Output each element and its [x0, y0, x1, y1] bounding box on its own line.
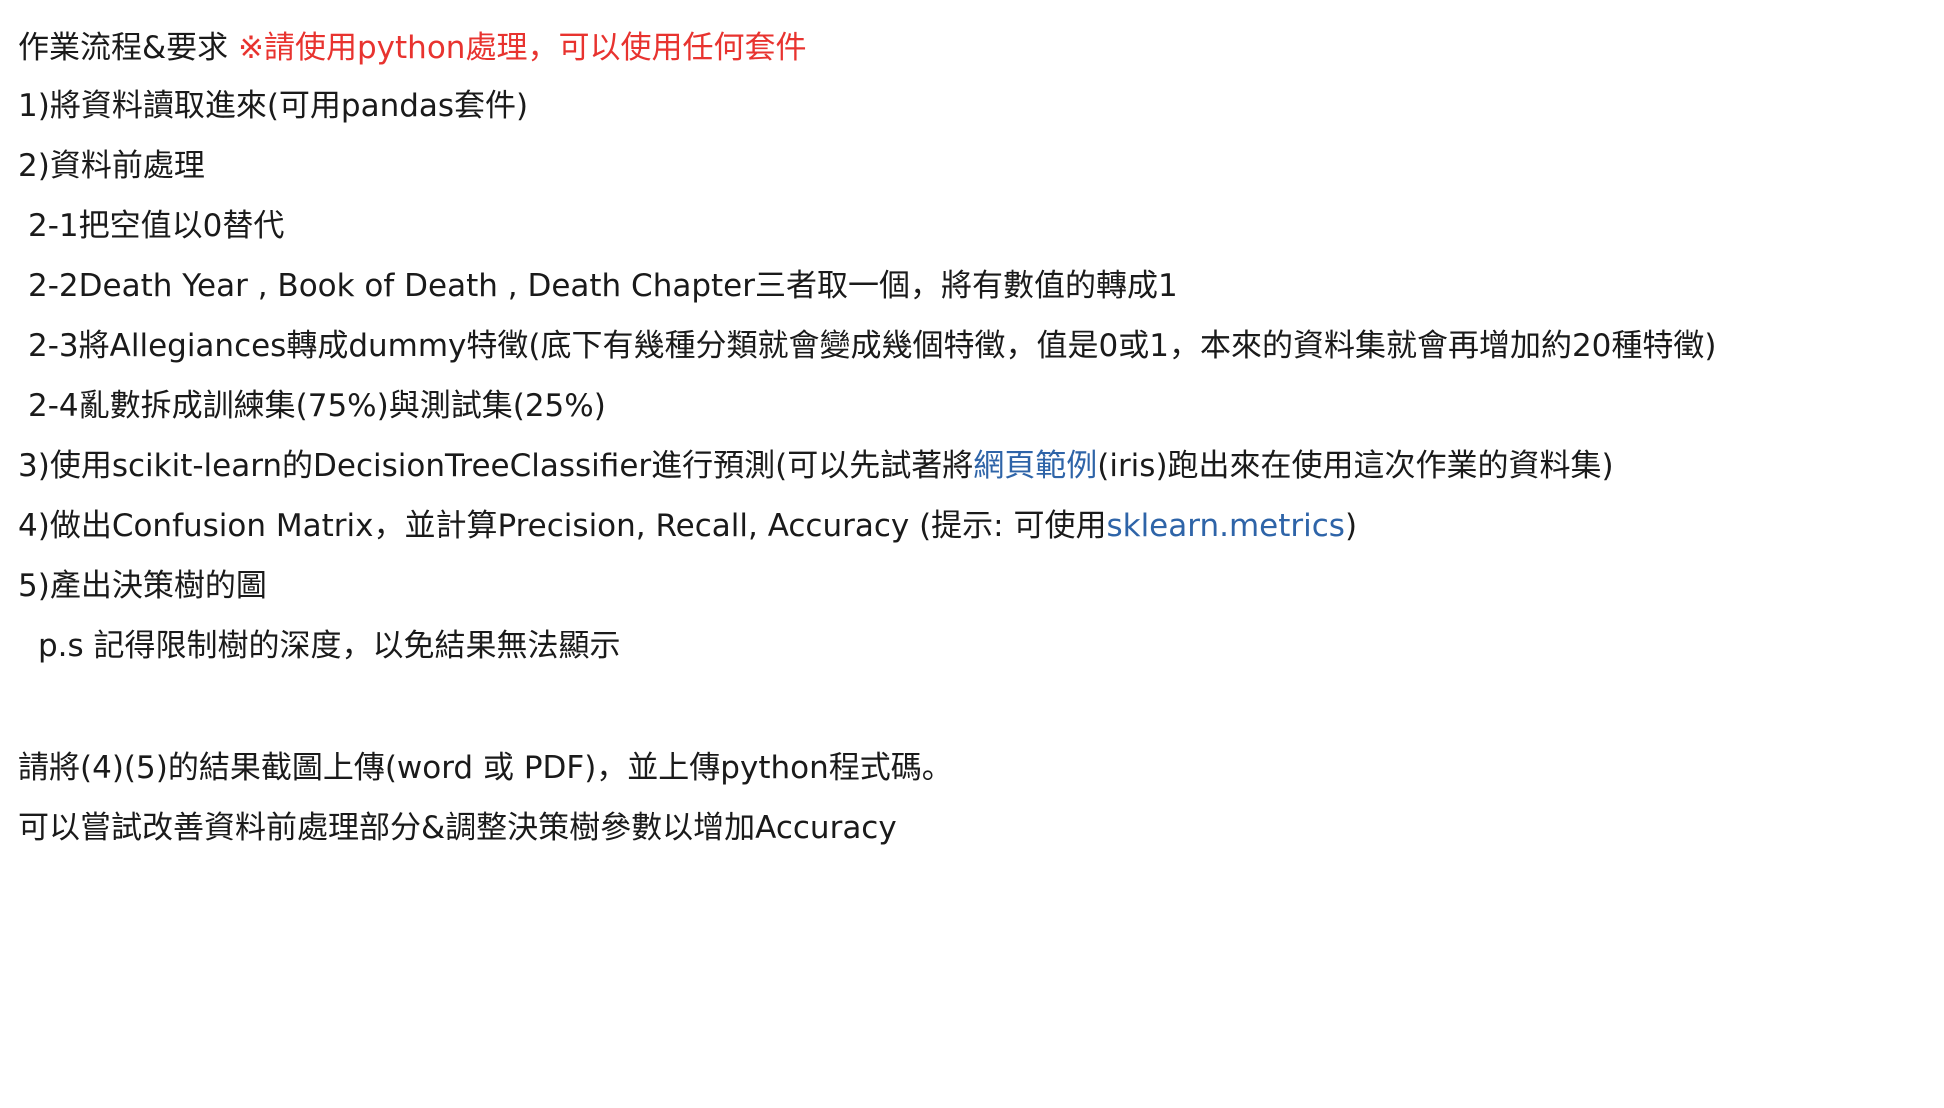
heading-line: 作業流程&要求 ※請使用python處理，可以使用任何套件 [18, 28, 806, 68]
step-2-4: 2-4亂數拆成訓練集(75%)與測試集(25%) [28, 388, 606, 424]
sklearn-metrics-link[interactable]: sklearn.metrics [1106, 508, 1344, 544]
step-2-1: 2-1把空值以0替代 [28, 208, 285, 244]
step-4-text-pre: 4)做出Confusion Matrix，並計算Precision, Recal… [18, 508, 1107, 544]
step-4-text-post: ) [1344, 508, 1358, 544]
web-example-link[interactable]: 網頁範例 [973, 448, 1097, 484]
step-4: 4)做出Confusion Matrix，並計算Precision, Recal… [18, 506, 1357, 546]
step-2: 2)資料前處理 [18, 148, 205, 184]
ps-note: p.s 記得限制樹的深度，以免結果無法顯示 [38, 628, 621, 664]
improve-instruction: 可以嘗試改善資料前處理部分&調整決策樹參數以增加Accuracy [18, 810, 897, 846]
assignment-document: 作業流程&要求 ※請使用python處理，可以使用任何套件 1)將資料讀取進來(… [0, 0, 1944, 1108]
heading-title: 作業流程&要求 [18, 30, 239, 66]
step-3: 3)使用scikit-learn的DecisionTreeClassifier進… [18, 446, 1614, 486]
heading-note: ※請使用python處理，可以使用任何套件 [238, 30, 807, 66]
step-5: 5)產出決策樹的圖 [18, 568, 267, 604]
step-2-2: 2-2Death Year , Book of Death , Death Ch… [28, 268, 1178, 304]
step-1: 1)將資料讀取進來(可用pandas套件) [18, 88, 529, 124]
upload-instruction: 請將(4)(5)的結果截圖上傳(word 或 PDF)，並上傳python程式碼… [18, 750, 953, 786]
step-2-3: 2-3將Allegiances轉成dummy特徵(底下有幾種分類就會變成幾個特徵… [28, 328, 1717, 364]
step-3-text-pre: 3)使用scikit-learn的DecisionTreeClassifier進… [18, 448, 974, 484]
step-3-text-post: (iris)跑出來在使用這次作業的資料集) [1097, 448, 1614, 484]
